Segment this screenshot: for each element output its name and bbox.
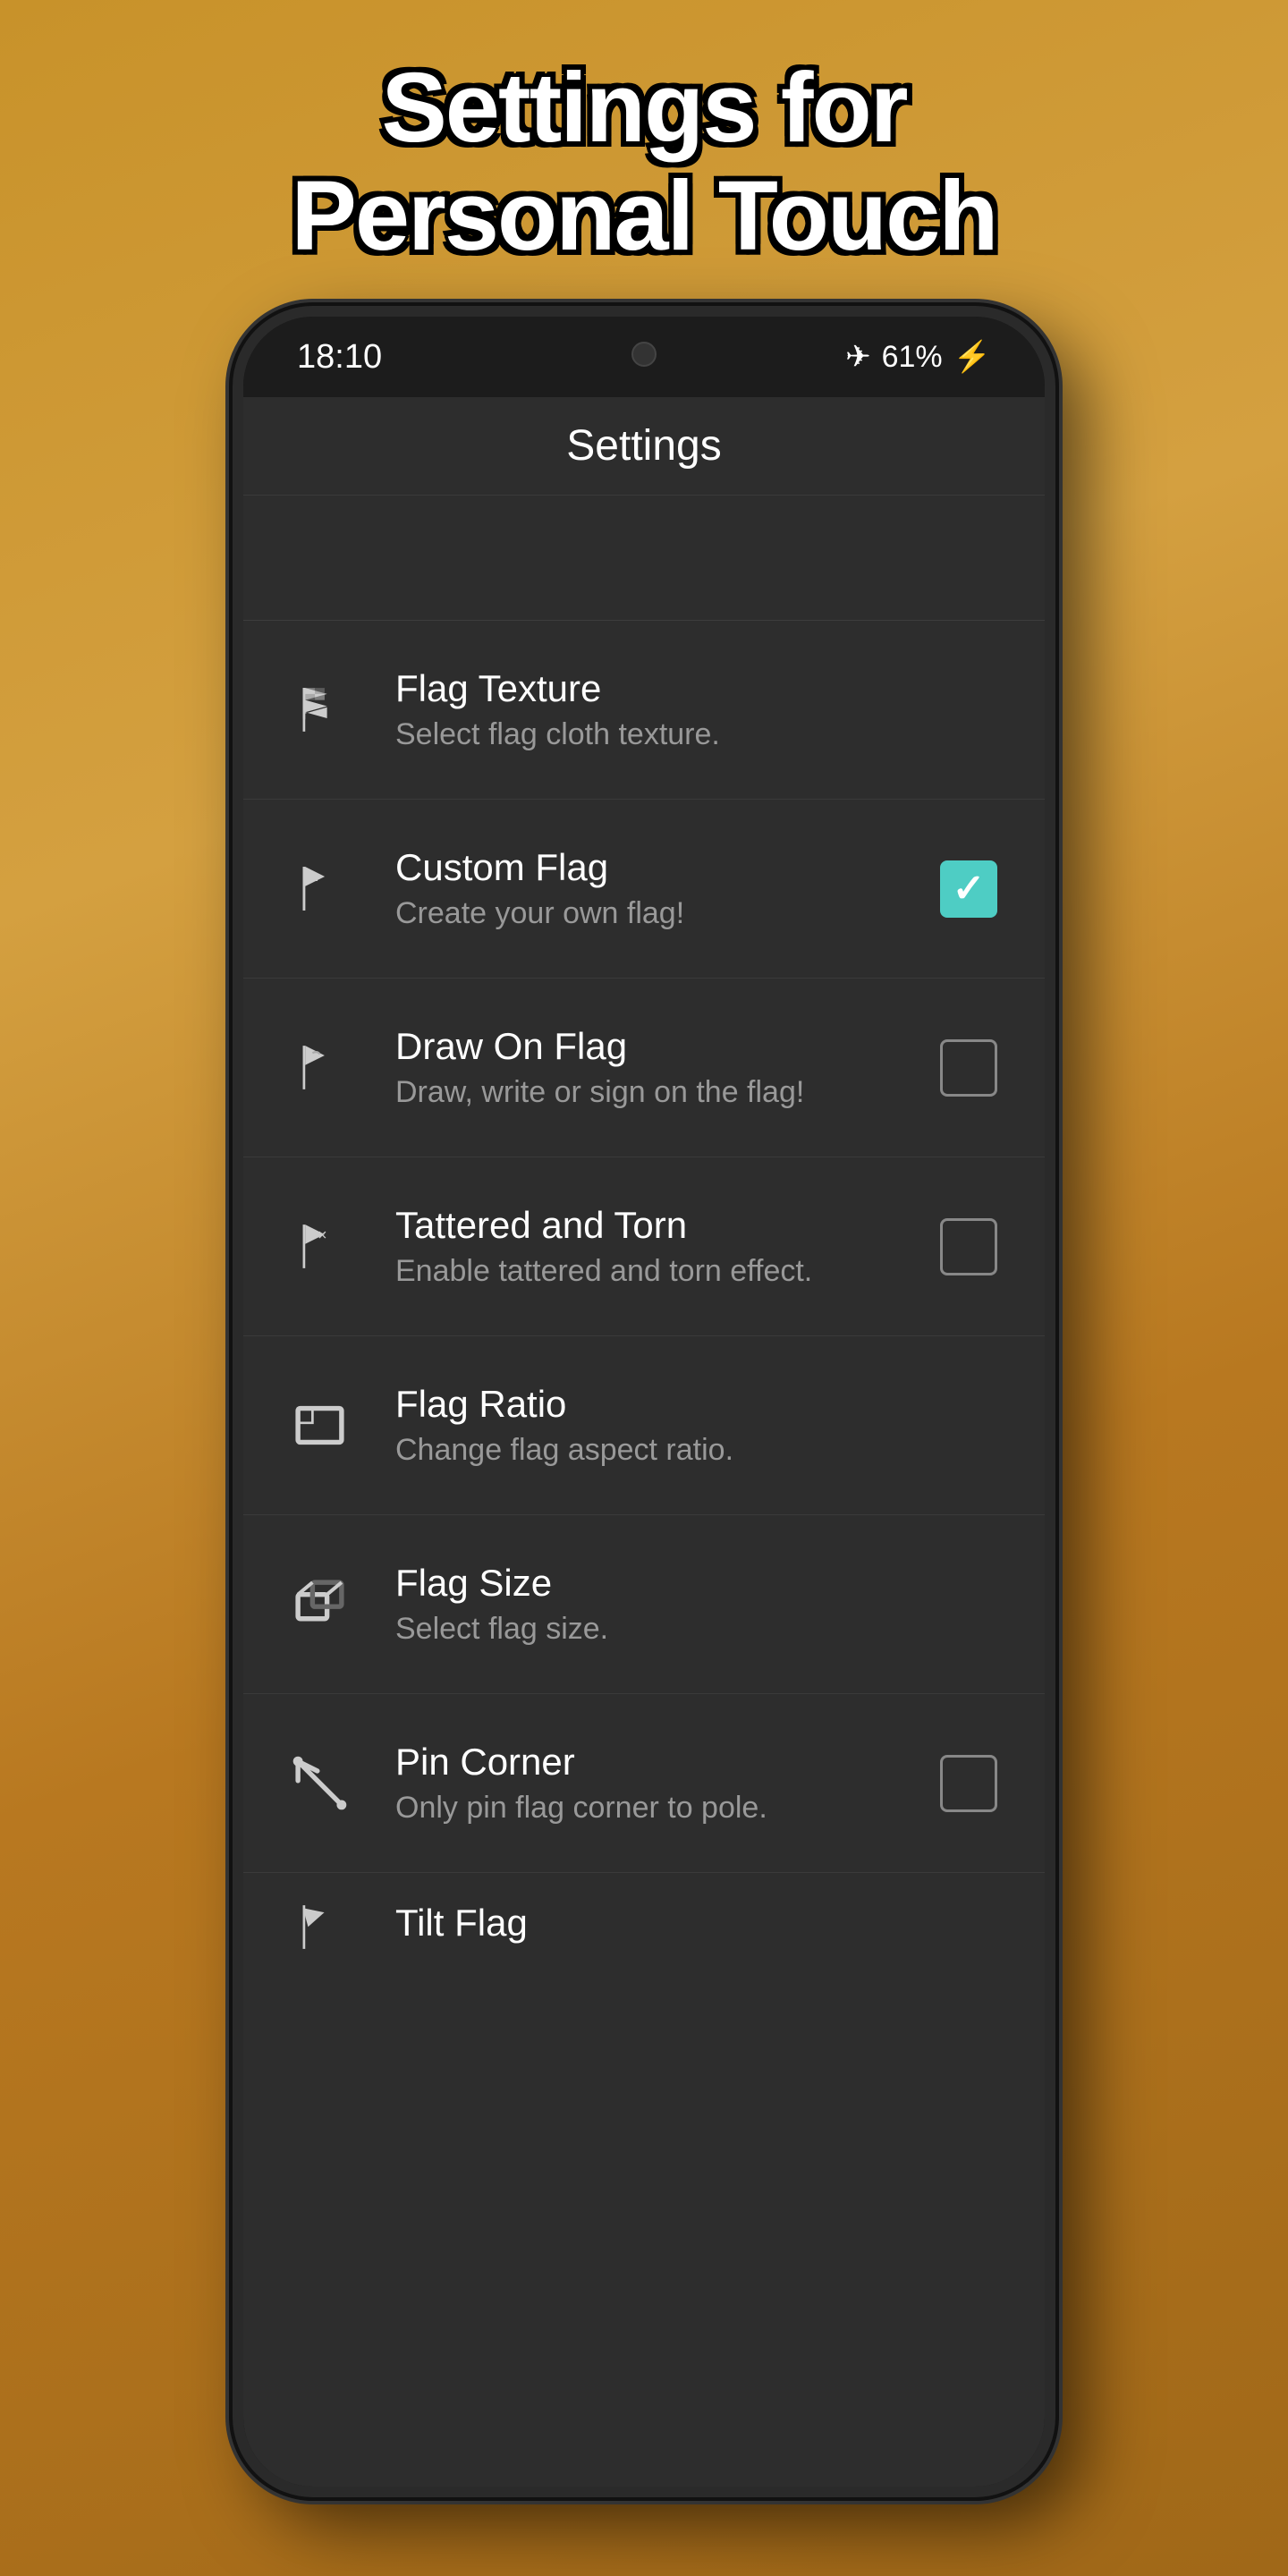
tilt-flag-text: Tilt Flag: [395, 1902, 1000, 1952]
flag-texture-icon: [288, 679, 351, 741]
tattered-icon: ✕: [288, 1216, 351, 1278]
settings-item-flag-size[interactable]: Flag Size Select flag size.: [243, 1515, 1045, 1694]
tattered-text: Tattered and Torn Enable tattered and to…: [395, 1204, 937, 1289]
flag-ratio-title: Flag Ratio: [395, 1383, 1000, 1426]
flag-texture-title: Flag Texture: [395, 667, 1000, 710]
charging-icon: ⚡: [953, 339, 991, 375]
flag-size-text: Flag Size Select flag size.: [395, 1562, 1000, 1647]
tattered-checkbox[interactable]: [940, 1218, 997, 1275]
flag-size-title: Flag Size: [395, 1562, 1000, 1605]
status-bar: 18:10 ✈ 61% ⚡: [243, 317, 1045, 397]
flag-texture-text: Flag Texture Select flag cloth texture.: [395, 667, 1000, 752]
flag-texture-subtitle: Select flag cloth texture.: [395, 717, 1000, 752]
page-title: Settings for Personal Touch: [292, 54, 997, 270]
pin-corner-control[interactable]: [937, 1752, 1000, 1815]
draw-flag-checkbox[interactable]: [940, 1039, 997, 1097]
settings-item-custom-flag[interactable]: + Custom Flag Create your own flag!: [243, 800, 1045, 979]
phone-frame: 18:10 ✈ 61% ⚡ Settings: [233, 306, 1055, 2497]
svg-text:✕: ✕: [317, 1228, 326, 1241]
app-bar-title: Settings: [566, 421, 721, 470]
front-camera: [631, 342, 657, 367]
size-icon: [288, 1573, 351, 1636]
app-bar: Settings: [243, 397, 1045, 496]
custom-flag-text: Custom Flag Create your own flag!: [395, 846, 937, 931]
tattered-subtitle: Enable tattered and torn effect.: [395, 1254, 937, 1289]
draw-flag-subtitle: Draw, write or sign on the flag!: [395, 1075, 937, 1110]
pin-corner-checkbox[interactable]: [940, 1755, 997, 1812]
settings-item-flag-ratio[interactable]: Flag Ratio Change flag aspect ratio.: [243, 1336, 1045, 1515]
custom-flag-control[interactable]: [937, 858, 1000, 920]
settings-item-tilt-flag[interactable]: Tilt Flag: [243, 1873, 1045, 1980]
flag-size-subtitle: Select flag size.: [395, 1612, 1000, 1647]
settings-item-pin-corner[interactable]: Pin Corner Only pin flag corner to pole.: [243, 1694, 1045, 1873]
draw-flag-control[interactable]: [937, 1037, 1000, 1099]
tilt-icon: [288, 1895, 351, 1958]
custom-flag-title: Custom Flag: [395, 846, 937, 889]
pin-icon: [288, 1752, 351, 1815]
custom-flag-checkbox[interactable]: [940, 860, 997, 918]
draw-flag-icon: [288, 1037, 351, 1099]
custom-flag-icon: +: [288, 858, 351, 920]
settings-item-flag-texture[interactable]: Flag Texture Select flag cloth texture.: [243, 621, 1045, 800]
tilt-flag-title: Tilt Flag: [395, 1902, 1000, 1945]
pin-corner-text: Pin Corner Only pin flag corner to pole.: [395, 1741, 937, 1826]
page-title-block: Settings for Personal Touch: [292, 54, 997, 270]
flag-ratio-subtitle: Change flag aspect ratio.: [395, 1433, 1000, 1468]
pin-corner-title: Pin Corner: [395, 1741, 937, 1784]
airplane-icon: ✈: [845, 339, 871, 375]
settings-item-tattered[interactable]: ✕ Tattered and Torn Enable tattered and …: [243, 1157, 1045, 1336]
draw-flag-text: Draw On Flag Draw, write or sign on the …: [395, 1025, 937, 1110]
settings-item-draw-flag[interactable]: Draw On Flag Draw, write or sign on the …: [243, 979, 1045, 1157]
ratio-icon: [288, 1394, 351, 1457]
svg-text:+: +: [312, 870, 321, 886]
battery-level: 61%: [882, 340, 943, 375]
pin-corner-subtitle: Only pin flag corner to pole.: [395, 1791, 937, 1826]
status-icons: ✈ 61% ⚡: [845, 339, 991, 375]
tattered-title: Tattered and Torn: [395, 1204, 937, 1247]
custom-flag-subtitle: Create your own flag!: [395, 896, 937, 931]
flag-ratio-text: Flag Ratio Change flag aspect ratio.: [395, 1383, 1000, 1468]
empty-section: [243, 496, 1045, 621]
status-time: 18:10: [297, 338, 382, 377]
tattered-control[interactable]: [937, 1216, 1000, 1278]
draw-flag-title: Draw On Flag: [395, 1025, 937, 1068]
settings-content: Flag Texture Select flag cloth texture. …: [243, 496, 1045, 2487]
